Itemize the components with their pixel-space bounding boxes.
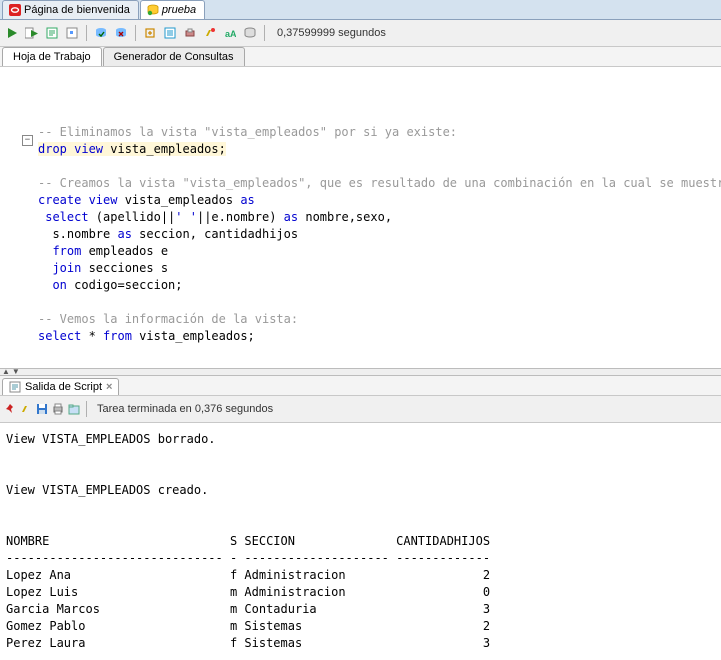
main-toolbar: aA 0,37599999 segundos: [0, 20, 721, 47]
fold-handle[interactable]: −: [22, 135, 33, 146]
script-output[interactable]: View VISTA_EMPLEADOS borrado. View VISTA…: [0, 423, 721, 660]
run-button[interactable]: [4, 25, 20, 41]
autotrace-button[interactable]: [64, 25, 80, 41]
tab-welcome[interactable]: Página de bienvenida: [2, 0, 139, 19]
separator: [86, 25, 87, 41]
tab-label: Página de bienvenida: [24, 4, 130, 16]
output-row: Perez Laura f Sistemas 3: [6, 636, 490, 650]
sql-history-button[interactable]: [162, 25, 178, 41]
subtab-querybuilder[interactable]: Generador de Consultas: [103, 47, 245, 66]
output-header: NOMBRE S SECCION CANTIDADHIJOS: [6, 534, 490, 548]
worksheet-subtabs: Hoja de Trabajo Generador de Consultas: [0, 47, 721, 67]
editor-content: -- Eliminamos la vista "vista_empleados"…: [38, 124, 721, 345]
svg-text:aA: aA: [225, 29, 236, 39]
format-button[interactable]: [202, 25, 218, 41]
separator: [135, 25, 136, 41]
commit-button[interactable]: [93, 25, 109, 41]
separator: [86, 401, 87, 417]
splitter[interactable]: ▲▼: [0, 368, 721, 376]
separator: [264, 25, 265, 41]
output-row: Lopez Ana f Administracion 2: [6, 568, 490, 582]
output-line: View VISTA_EMPLEADOS borrado.: [6, 432, 216, 446]
tab-label: prueba: [162, 4, 196, 16]
clear-button[interactable]: [182, 25, 198, 41]
output-row: Gomez Pablo m Sistemas 2: [6, 619, 490, 633]
output-toolbar: Tarea terminada en 0,376 segundos: [0, 396, 721, 423]
script-output-icon: [9, 381, 21, 393]
output-row: Garcia Marcos m Contaduria 3: [6, 602, 490, 616]
output-tab-script[interactable]: Salida de Script ×: [2, 378, 119, 395]
task-status: Tarea terminada en 0,376 segundos: [97, 403, 273, 415]
connection-tabs: Página de bienvenida prueba: [0, 0, 721, 20]
unshared-button[interactable]: [142, 25, 158, 41]
db-info-button[interactable]: [242, 25, 258, 41]
print-button[interactable]: [52, 403, 64, 415]
close-icon[interactable]: ×: [106, 381, 112, 393]
to-uppercase-button[interactable]: aA: [222, 25, 238, 41]
output-row: Lopez Luis m Administracion 0: [6, 585, 490, 599]
tab-prueba[interactable]: prueba: [140, 0, 205, 19]
save-output-button[interactable]: [36, 403, 48, 415]
explain-plan-button[interactable]: [44, 25, 60, 41]
rollback-button[interactable]: [113, 25, 129, 41]
sql-editor[interactable]: − -- Eliminamos la vista "vista_empleado…: [0, 67, 721, 368]
open-file-button[interactable]: [68, 403, 80, 415]
chevron-down-icon: ▼: [12, 369, 20, 375]
output-line: View VISTA_EMPLEADOS creado.: [6, 483, 208, 497]
db-icon: [147, 4, 159, 16]
subtab-worksheet[interactable]: Hoja de Trabajo: [2, 47, 102, 66]
pin-button[interactable]: [4, 403, 16, 415]
oracle-icon: [9, 4, 21, 16]
output-tab-label: Salida de Script: [25, 381, 102, 393]
elapsed-time: 0,37599999 segundos: [277, 27, 386, 39]
output-tabs: Salida de Script ×: [0, 376, 721, 396]
output-sep: ------------------------------ - -------…: [6, 551, 490, 565]
run-script-button[interactable]: [24, 25, 40, 41]
clear-output-button[interactable]: [20, 403, 32, 415]
chevron-up-icon: ▲: [2, 369, 10, 375]
